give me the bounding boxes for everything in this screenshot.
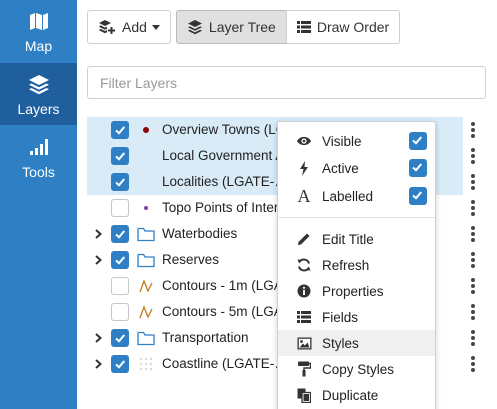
layer-visibility-checkbox[interactable] — [111, 329, 129, 347]
visible-checkbox[interactable] — [409, 132, 427, 150]
paint-roller-icon — [296, 361, 312, 377]
layer-menu-button[interactable] — [469, 148, 477, 164]
chevron-down-icon — [151, 24, 160, 30]
point-symbol-icon — [135, 198, 157, 218]
layer-context-menu: Visible Active A Labelled Edit Title Ref… — [277, 121, 436, 409]
layers-icon — [0, 73, 77, 95]
text-a-icon: A — [297, 186, 311, 206]
nav-label-map: Map — [24, 38, 53, 54]
layer-menu-button[interactable] — [469, 304, 477, 320]
layer-visibility-checkbox[interactable] — [111, 173, 129, 191]
line-symbol-icon — [135, 276, 157, 296]
layer-menu-button[interactable] — [469, 278, 477, 294]
layers-icon — [187, 20, 202, 35]
eye-icon — [296, 133, 312, 149]
layer-menu-button[interactable] — [469, 252, 477, 268]
menu-item-label: Labelled — [322, 189, 374, 204]
layer-menu-button[interactable] — [469, 200, 477, 216]
layer-menu-button[interactable] — [469, 174, 477, 190]
nav-label-layers: Layers — [17, 101, 60, 117]
copy-icon — [296, 387, 312, 403]
toolbar: Add Layer Tree Draw Order — [87, 10, 401, 44]
menu-item-label: Styles — [322, 336, 359, 351]
menu-item-label: Copy Styles — [322, 362, 395, 377]
menu-item-visible[interactable]: Visible — [278, 128, 435, 154]
menu-item-label: Active — [322, 161, 359, 176]
layer-visibility-checkbox[interactable] — [111, 355, 129, 373]
menu-item-label: Edit Title — [322, 232, 374, 247]
line-symbol-icon — [135, 302, 157, 322]
bolt-icon — [296, 160, 312, 176]
nav-item-tools[interactable]: Tools — [0, 126, 77, 188]
add-button-label: Add — [122, 19, 147, 35]
point-symbol-icon — [135, 120, 157, 140]
info-icon — [296, 283, 312, 299]
menu-item-label: Properties — [322, 284, 384, 299]
map-icon — [0, 10, 77, 32]
layer-visibility-checkbox[interactable] — [111, 251, 129, 269]
layer-menu-button[interactable] — [469, 122, 477, 138]
menu-item-fields[interactable]: Fields — [278, 304, 435, 330]
folder-icon — [135, 328, 157, 348]
layer-tree-tab[interactable]: Layer Tree — [175, 10, 287, 44]
layer-visibility-checkbox[interactable] — [111, 121, 129, 139]
list-icon — [296, 21, 311, 33]
menu-item-edit-title[interactable]: Edit Title — [278, 226, 435, 252]
chevron-right-icon[interactable] — [92, 254, 104, 266]
sidebar: Map Layers Tools — [0, 0, 77, 409]
folder-icon — [135, 250, 157, 270]
layer-menu-button[interactable] — [469, 356, 477, 372]
menu-item-duplicate[interactable]: Duplicate — [278, 382, 435, 408]
layer-menu-button[interactable] — [469, 226, 477, 242]
signal-bars-icon — [0, 136, 77, 158]
list-icon — [296, 309, 312, 325]
menu-item-properties[interactable]: Properties — [278, 278, 435, 304]
menu-item-label: Duplicate — [322, 388, 379, 403]
nav-label-tools: Tools — [22, 164, 55, 180]
draw-order-tab[interactable]: Draw Order — [285, 10, 401, 44]
add-layer-icon — [99, 20, 115, 34]
layer-visibility-checkbox[interactable] — [111, 199, 129, 217]
nav-item-layers[interactable]: Layers — [0, 63, 77, 125]
chevron-right-icon[interactable] — [92, 332, 104, 344]
layer-visibility-checkbox[interactable] — [111, 277, 129, 295]
image-icon — [296, 335, 312, 351]
layer-visibility-checkbox[interactable] — [111, 303, 129, 321]
layer-menu-button[interactable] — [469, 330, 477, 346]
menu-item-copy-styles[interactable]: Copy Styles — [278, 356, 435, 382]
menu-item-labelled[interactable]: A Labelled — [278, 183, 435, 209]
chevron-right-icon[interactable] — [92, 358, 104, 370]
active-checkbox[interactable] — [409, 159, 427, 177]
menu-item-styles[interactable]: Styles — [278, 330, 435, 356]
nav-item-map[interactable]: Map — [0, 0, 77, 62]
menu-item-active[interactable]: Active — [278, 155, 435, 181]
filter-layers-input[interactable] — [87, 66, 486, 99]
labelled-checkbox[interactable] — [409, 187, 427, 205]
menu-item-label: Refresh — [322, 258, 370, 273]
layer-visibility-checkbox[interactable] — [111, 225, 129, 243]
chevron-right-icon[interactable] — [92, 228, 104, 240]
dotted-grid-icon — [135, 354, 157, 374]
draw-order-label: Draw Order — [316, 19, 390, 35]
menu-divider — [278, 217, 435, 218]
menu-item-label: Fields — [322, 310, 359, 325]
folder-icon — [135, 224, 157, 244]
add-button[interactable]: Add — [87, 10, 171, 44]
refresh-icon — [296, 257, 312, 273]
menu-item-refresh[interactable]: Refresh — [278, 252, 435, 278]
layer-tree-label: Layer Tree — [208, 19, 276, 35]
menu-item-label: Visible — [322, 134, 362, 149]
layer-visibility-checkbox[interactable] — [111, 147, 129, 165]
pencil-icon — [296, 231, 312, 247]
